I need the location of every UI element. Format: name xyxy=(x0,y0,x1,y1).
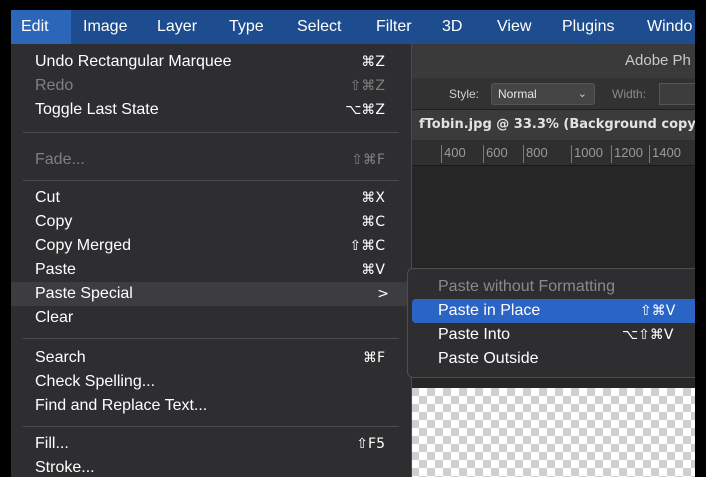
shortcut: ⌘Z xyxy=(361,54,385,70)
menu-item-search[interactable]: Search ⌘F xyxy=(11,346,411,370)
menu-3d[interactable]: 3D xyxy=(442,10,462,44)
menu-filter[interactable]: Filter xyxy=(376,10,412,44)
menu-item-label: Fill... xyxy=(35,435,69,452)
menu-item-label: Paste in Place xyxy=(438,302,541,319)
transparent-canvas[interactable] xyxy=(403,388,695,477)
shortcut: ⌘V xyxy=(361,262,385,278)
ruler-tick: 1000 xyxy=(571,145,603,163)
menu-item-label: Redo xyxy=(35,77,74,94)
menu-layer[interactable]: Layer xyxy=(157,10,197,44)
menu-separator xyxy=(23,180,399,181)
menu-separator xyxy=(23,132,399,133)
menu-item-label: Search xyxy=(35,349,86,366)
submenu-item-paste-without-formatting[interactable]: Paste without Formatting xyxy=(412,275,695,299)
menu-type[interactable]: Type xyxy=(229,10,264,44)
menu-item-copy[interactable]: Copy ⌘C xyxy=(11,210,411,234)
menu-item-label: Copy Merged xyxy=(35,237,132,254)
chevron-right-icon: > xyxy=(377,286,389,302)
menu-separator xyxy=(23,338,399,339)
style-value: Normal xyxy=(498,87,537,101)
options-bar: Style: Normal ⌄ Width: xyxy=(403,78,695,110)
app-title: Adobe Ph xyxy=(625,52,691,69)
menu-item-undo[interactable]: Undo Rectangular Marquee ⌘Z xyxy=(11,50,411,74)
shortcut: ⇧⌘Z xyxy=(349,78,385,94)
screen: Adobe Ph Style: Normal ⌄ Width: fTobin.jp… xyxy=(11,10,695,477)
menu-item-label: Paste Into xyxy=(438,326,511,343)
shortcut: ⌘X xyxy=(361,190,385,206)
submenu-item-paste-outside[interactable]: Paste Outside xyxy=(412,347,695,371)
menu-separator xyxy=(23,426,399,427)
shortcut: ⇧⌘V xyxy=(640,303,676,319)
shortcut: ⌘F xyxy=(362,350,385,366)
menu-item-label: Paste Special xyxy=(35,285,133,302)
menu-item-label: Clear xyxy=(35,309,74,326)
menu-item-stroke[interactable]: Stroke... xyxy=(11,456,411,477)
window-title-bar: Adobe Ph xyxy=(403,44,695,78)
menu-item-label: Toggle Last State xyxy=(35,101,159,118)
menu-item-copy-merged[interactable]: Copy Merged ⇧⌘C xyxy=(11,234,411,258)
menu-item-label: Undo Rectangular Marquee xyxy=(35,53,232,70)
menu-item-label: Paste xyxy=(35,261,76,278)
shortcut: ⌥⌘Z xyxy=(345,102,385,118)
submenu-item-paste-into[interactable]: Paste Into ⌥⇧⌘V xyxy=(412,323,695,347)
ruler-tick: 1400 xyxy=(649,145,681,163)
menu-item-label: Copy xyxy=(35,213,73,230)
paste-special-submenu: Paste without Formatting Paste in Place ⇧… xyxy=(407,268,695,378)
menu-item-redo[interactable]: Redo ⇧⌘Z xyxy=(11,74,411,98)
style-label: Style: xyxy=(449,87,480,101)
menu-item-paste[interactable]: Paste ⌘V xyxy=(11,258,411,282)
horizontal-ruler: 400 600 800 1000 1200 1400 xyxy=(403,140,695,166)
edit-menu: Undo Rectangular Marquee ⌘Z Redo ⇧⌘Z Toggl… xyxy=(11,44,412,477)
menu-item-label: Check Spelling... xyxy=(35,373,156,390)
ruler-tick: 800 xyxy=(523,145,548,163)
ruler-tick: 1200 xyxy=(611,145,643,163)
menu-window[interactable]: Windo xyxy=(647,10,692,44)
menu-item-check-spelling[interactable]: Check Spelling... xyxy=(11,370,411,394)
menu-item-label: Find and Replace Text... xyxy=(35,397,208,414)
chevron-down-icon: ⌄ xyxy=(577,88,587,100)
width-label: Width: xyxy=(612,87,647,101)
menu-select[interactable]: Select xyxy=(297,10,341,44)
shortcut: ⇧F5 xyxy=(356,436,385,452)
menu-item-clear[interactable]: Clear xyxy=(11,306,411,330)
menu-item-find-replace[interactable]: Find and Replace Text... xyxy=(11,394,411,418)
shortcut: ⌥⇧⌘V xyxy=(622,327,674,343)
shortcut: ⌘C xyxy=(361,214,385,230)
style-select[interactable]: Normal ⌄ xyxy=(491,83,595,105)
menu-item-fill[interactable]: Fill... ⇧F5 xyxy=(11,432,411,456)
menu-item-label: Cut xyxy=(35,189,60,206)
menu-view[interactable]: View xyxy=(497,10,531,44)
document-tab-title: fTobin.jpg @ 33.3% (Background copy xyxy=(419,117,695,132)
menu-item-label: Fade... xyxy=(35,151,85,168)
menu-edit[interactable]: Edit xyxy=(11,10,71,44)
shortcut: ⇧⌘F xyxy=(351,152,385,168)
menu-item-toggle-last-state[interactable]: Toggle Last State ⌥⌘Z xyxy=(11,98,411,122)
menu-item-fade[interactable]: Fade... ⇧⌘F xyxy=(11,148,411,172)
width-input[interactable] xyxy=(659,83,695,105)
submenu-item-paste-in-place[interactable]: Paste in Place ⇧⌘V xyxy=(412,299,695,323)
menu-item-paste-special[interactable]: Paste Special > xyxy=(11,282,411,306)
menu-image[interactable]: Image xyxy=(83,10,127,44)
menu-bar: Edit Image Layer Type Select Filter 3D V… xyxy=(11,10,695,44)
shortcut: ⇧⌘C xyxy=(349,238,385,254)
menu-item-label: Paste Outside xyxy=(438,350,539,367)
photoshop-window: Adobe Ph Style: Normal ⌄ Width: fTobin.jp… xyxy=(403,44,695,477)
menu-plugins[interactable]: Plugins xyxy=(562,10,614,44)
menu-item-label: Paste without Formatting xyxy=(438,278,615,295)
menu-item-label: Stroke... xyxy=(35,459,95,476)
document-tab[interactable]: fTobin.jpg @ 33.3% (Background copy xyxy=(403,110,695,140)
ruler-tick: 400 xyxy=(441,145,466,163)
menu-item-cut[interactable]: Cut ⌘X xyxy=(11,186,411,210)
ruler-tick: 600 xyxy=(483,145,508,163)
